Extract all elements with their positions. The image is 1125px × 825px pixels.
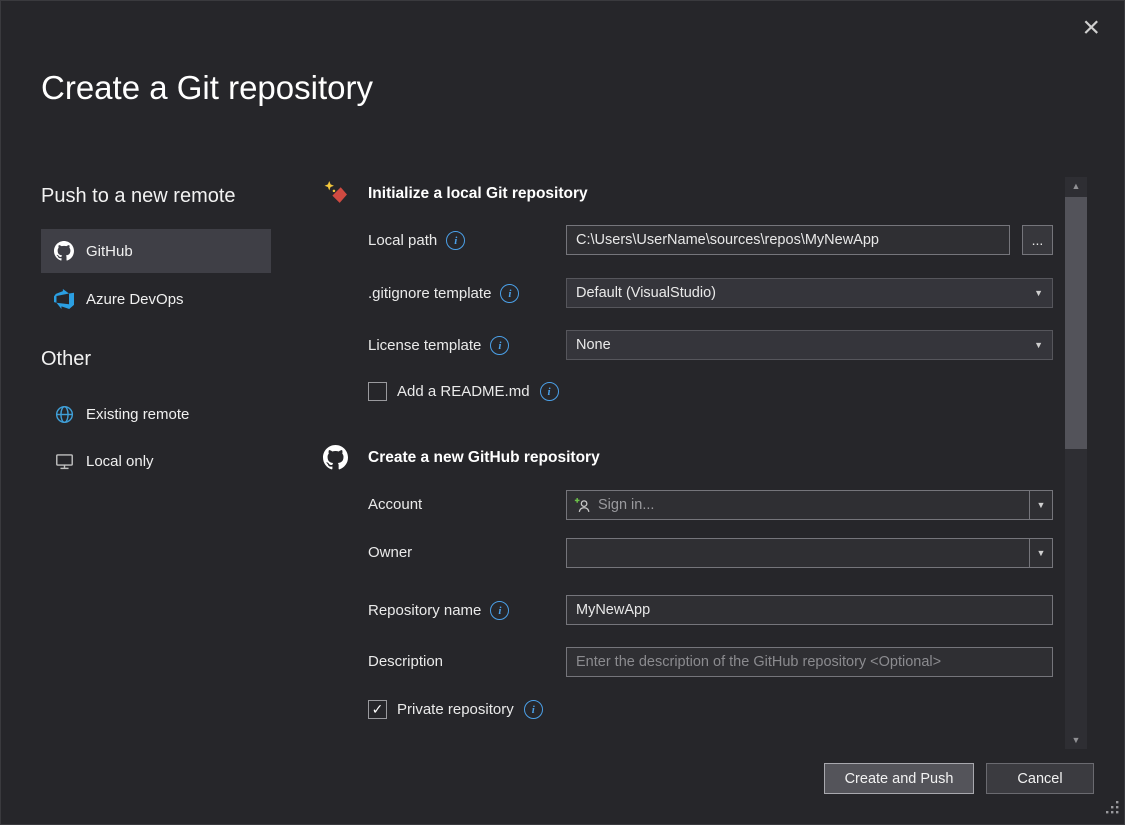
github-icon (323, 445, 348, 475)
new-repository-icon (323, 181, 348, 211)
create-git-repo-dialog: × Create a Git repository Push to a new … (0, 0, 1125, 825)
gitignore-dropdown[interactable]: Default (VisualStudio) ▼ (566, 278, 1053, 308)
github-section-title: Create a new GitHub repository (368, 445, 600, 467)
chevron-down-icon[interactable]: ▼ (1029, 491, 1052, 519)
repo-name-label-row: Repository name i (368, 601, 509, 620)
owner-label-row: Owner (368, 544, 412, 561)
sidebar-heading-push: Push to a new remote (41, 185, 236, 208)
owner-combo[interactable]: ▼ (566, 538, 1053, 568)
repository-name-input[interactable] (566, 595, 1053, 625)
browse-button[interactable]: ... (1022, 225, 1053, 255)
readme-label: Add a README.md (397, 383, 530, 400)
sidebar-heading-other: Other (41, 348, 91, 371)
info-icon[interactable]: i (540, 382, 559, 401)
cancel-button[interactable]: Cancel (986, 763, 1094, 794)
sidebar-item-label: GitHub (86, 243, 133, 260)
info-icon[interactable]: i (446, 231, 465, 250)
private-label: Private repository (397, 701, 514, 718)
local-section-header: Initialize a local Git repository (323, 181, 588, 211)
globe-icon (53, 403, 75, 425)
license-value: None (576, 337, 611, 353)
readme-row: Add a README.md i (368, 382, 559, 401)
local-path-label: Local path (368, 232, 437, 249)
page-title: Create a Git repository (41, 69, 373, 107)
gitignore-value: Default (VisualStudio) (576, 285, 716, 301)
local-path-input[interactable] (566, 225, 1010, 255)
github-section-header: Create a new GitHub repository (323, 445, 600, 475)
account-label-row: Account (368, 496, 422, 513)
description-input[interactable] (566, 647, 1053, 677)
info-icon[interactable]: i (500, 284, 519, 303)
local-section-title: Initialize a local Git repository (368, 181, 588, 203)
private-checkbox[interactable]: ✓ (368, 700, 387, 719)
scroll-up-icon[interactable]: ▲ (1065, 177, 1087, 195)
sidebar-item-azure-devops[interactable]: Azure DevOps (41, 278, 271, 320)
private-row: ✓ Private repository i (368, 700, 543, 719)
repo-name-label: Repository name (368, 602, 481, 619)
create-and-push-button[interactable]: Create and Push (824, 763, 974, 794)
vertical-scrollbar[interactable]: ▲ ▼ (1065, 177, 1087, 749)
gitignore-label: .gitignore template (368, 285, 491, 302)
resize-grip[interactable] (1105, 800, 1120, 820)
sidebar-item-github[interactable]: GitHub (41, 229, 271, 273)
info-icon[interactable]: i (490, 601, 509, 620)
scrollbar-thumb[interactable] (1065, 197, 1087, 449)
license-dropdown[interactable]: None ▼ (566, 330, 1053, 360)
info-icon[interactable]: i (524, 700, 543, 719)
sidebar-item-label: Local only (86, 453, 154, 470)
sidebar-item-label: Azure DevOps (86, 291, 184, 308)
scroll-down-icon[interactable]: ▼ (1065, 731, 1087, 749)
owner-label: Owner (368, 544, 412, 561)
license-label-row: License template i (368, 336, 509, 355)
gitignore-label-row: .gitignore template i (368, 284, 519, 303)
account-combo[interactable]: Sign in... ▼ (566, 490, 1053, 520)
description-label-row: Description (368, 653, 443, 670)
check-icon: ✓ (372, 701, 384, 718)
local-path-label-row: Local path i (368, 231, 465, 250)
chevron-down-icon: ▼ (1034, 340, 1043, 350)
azure-devops-icon (53, 288, 75, 310)
account-label: Account (368, 496, 422, 513)
sidebar-item-existing-remote[interactable]: Existing remote (41, 395, 271, 433)
github-icon (53, 240, 75, 262)
close-icon[interactable]: × (1082, 13, 1100, 43)
sign-in-icon (574, 497, 591, 514)
chevron-down-icon[interactable]: ▼ (1029, 539, 1052, 567)
account-value: Sign in... (598, 497, 654, 513)
chevron-down-icon: ▼ (1034, 288, 1043, 298)
license-label: License template (368, 337, 481, 354)
sidebar-item-local-only[interactable]: Local only (41, 442, 271, 480)
monitor-icon (53, 450, 75, 472)
readme-checkbox[interactable] (368, 382, 387, 401)
info-icon[interactable]: i (490, 336, 509, 355)
sidebar-item-label: Existing remote (86, 406, 189, 423)
description-label: Description (368, 653, 443, 670)
